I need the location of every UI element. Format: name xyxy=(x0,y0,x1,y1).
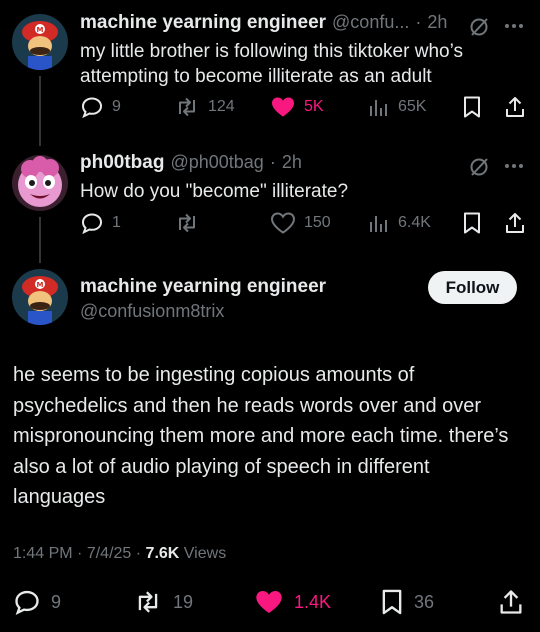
views-count: 65K xyxy=(398,98,427,115)
handle[interactable]: @ph00tbag xyxy=(170,152,263,173)
bookmark-count: 36 xyxy=(414,591,435,612)
follow-button[interactable]: Follow xyxy=(428,271,517,304)
like-count: 1.4K xyxy=(294,591,332,612)
thread-connector xyxy=(39,217,41,263)
views-icon xyxy=(370,216,387,232)
avatar-mario[interactable]: M xyxy=(12,269,68,325)
more-icon[interactable] xyxy=(503,160,525,172)
post-time[interactable]: 1:44 PM xyxy=(13,545,73,562)
tweet-text-line: attempting to become illiterate as an ad… xyxy=(80,66,432,87)
main-tweet-text: he seems to be ingesting copious amounts… xyxy=(13,364,509,508)
like-button[interactable]: 1.4K xyxy=(254,588,331,616)
repost-count: 19 xyxy=(173,591,194,612)
share-icon[interactable] xyxy=(497,588,525,616)
thread-connector xyxy=(39,76,41,146)
handle[interactable]: @confusionm8trix xyxy=(80,301,224,322)
separator: · xyxy=(135,545,142,562)
repost-button[interactable]: 19 xyxy=(133,588,193,616)
repost-button[interactable] xyxy=(174,211,208,235)
share-icon[interactable] xyxy=(503,95,527,119)
views-count: 7.6K xyxy=(145,545,180,562)
separator: · xyxy=(269,152,276,172)
views-button[interactable]: 65K xyxy=(368,95,426,119)
views-count: 6.4K xyxy=(398,214,431,231)
repost-button[interactable]: 124 xyxy=(174,95,235,119)
reply-count: 1 xyxy=(112,214,121,231)
bookmark-icon[interactable] xyxy=(462,211,482,235)
tweet-header: machine yearning engineer @confu... · 2h xyxy=(80,12,447,34)
bookmark-icon xyxy=(382,589,402,615)
reply-icon xyxy=(81,97,103,119)
like-button[interactable]: 150 xyxy=(270,211,331,235)
like-count: 150 xyxy=(304,214,331,231)
display-name[interactable]: ph00tbag xyxy=(80,152,164,174)
reply-count: 9 xyxy=(51,591,62,612)
handle[interactable]: @confu... xyxy=(332,12,409,33)
views-icon xyxy=(370,100,387,116)
heart-filled-icon xyxy=(256,591,282,613)
views-button[interactable]: 6.4K xyxy=(368,211,431,235)
views-label: Views xyxy=(183,545,227,562)
post-date[interactable]: 7/4/25 xyxy=(87,545,131,562)
tweet-timestamp: 1:44 PM · 7/4/25 · 7.6K Views xyxy=(13,545,226,563)
svg-text:M: M xyxy=(37,26,44,34)
heart-icon xyxy=(270,212,296,234)
reply-count: 9 xyxy=(112,98,121,115)
tweet-text-line: my little brother is following this tikt… xyxy=(80,41,463,62)
reply-icon xyxy=(81,213,103,235)
like-count: 5K xyxy=(304,98,324,115)
svg-text:M: M xyxy=(37,281,44,289)
repost-icon xyxy=(138,591,158,613)
avatar-mario[interactable]: M xyxy=(12,14,68,70)
tweet-text: How do you "become" illiterate? xyxy=(80,179,520,204)
tweet-text: my little brother is following this tikt… xyxy=(80,39,520,89)
separator: · xyxy=(415,12,422,32)
heart-filled-icon xyxy=(272,97,294,117)
repost-count: 124 xyxy=(208,98,235,115)
grok-icon[interactable] xyxy=(468,16,490,38)
reply-button[interactable]: 9 xyxy=(80,95,121,119)
bookmark-button[interactable]: 36 xyxy=(380,588,434,616)
grok-icon[interactable] xyxy=(468,156,490,178)
repost-icon xyxy=(179,97,195,117)
display-name[interactable]: machine yearning engineer xyxy=(80,12,326,34)
tweet-header: ph00tbag @ph00tbag · 2h xyxy=(80,152,302,174)
tweet-text-line: How do you "become" illiterate? xyxy=(80,181,349,202)
reply-button[interactable]: 1 xyxy=(80,211,121,235)
reply-icon xyxy=(15,590,39,616)
share-icon[interactable] xyxy=(503,211,527,235)
bookmark-icon[interactable] xyxy=(462,95,482,119)
display-name[interactable]: machine yearning engineer xyxy=(80,276,326,298)
more-icon[interactable] xyxy=(503,20,525,32)
separator: · xyxy=(77,545,83,562)
timestamp[interactable]: 2h xyxy=(282,152,302,173)
like-button[interactable]: 5K xyxy=(270,95,324,119)
timestamp[interactable]: 2h xyxy=(427,12,447,33)
avatar-pinkie[interactable] xyxy=(12,155,68,211)
reply-button[interactable]: 9 xyxy=(13,588,61,616)
repost-icon xyxy=(179,213,195,233)
